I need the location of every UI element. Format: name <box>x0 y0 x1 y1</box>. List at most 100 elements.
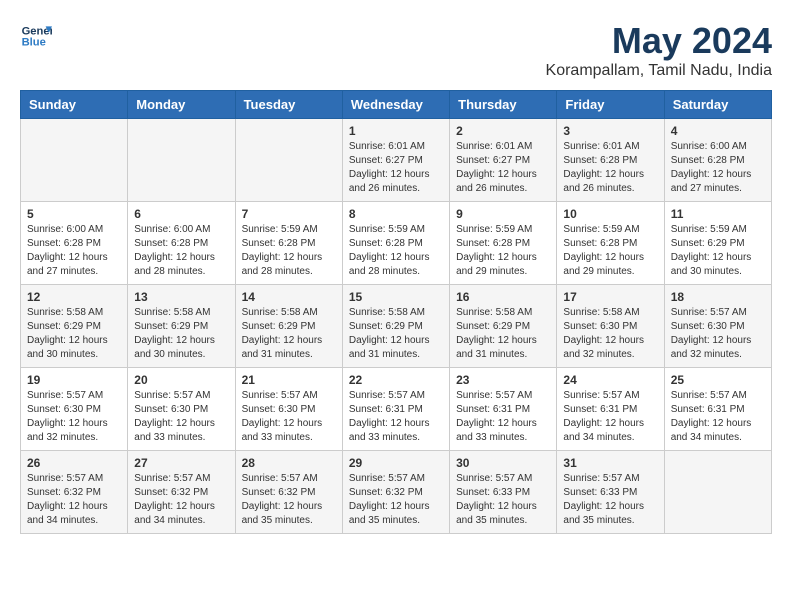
calendar-day-cell: 8 Sunrise: 5:59 AMSunset: 6:28 PMDaylight… <box>342 202 449 285</box>
day-number: 22 <box>349 373 443 387</box>
calendar-day-cell: 21Sunrise: 5:57 AMSunset: 6:30 PMDayligh… <box>235 368 342 451</box>
calendar-day-cell: 27Sunrise: 5:57 AMSunset: 6:32 PMDayligh… <box>128 451 235 534</box>
day-info: Sunrise: 5:57 AMSunset: 6:32 PMDaylight:… <box>349 472 443 528</box>
calendar-day-cell: 14 Sunrise: 5:58 AMSunset: 6:29 PMDayligh… <box>235 285 342 368</box>
day-info: Sunrise: 5:57 AMSunset: 6:31 PMDaylight:… <box>349 389 443 445</box>
day-info: Sunrise: 6:01 AMSunset: 6:27 PMDaylight:… <box>456 140 550 196</box>
day-number: 25 <box>671 373 765 387</box>
day-info: Sunrise: 6:00 AMSunset: 6:28 PMDaylight:… <box>671 140 765 196</box>
svg-text:Blue: Blue <box>22 37 46 49</box>
day-number: 10 <box>563 207 657 221</box>
calendar-day-cell: 2 Sunrise: 6:01 AMSunset: 6:27 PMDaylight… <box>450 119 557 202</box>
calendar-day-cell: 28Sunrise: 5:57 AMSunset: 6:32 PMDayligh… <box>235 451 342 534</box>
day-info: Sunrise: 6:01 AMSunset: 6:28 PMDaylight:… <box>563 140 657 196</box>
calendar-day-cell: 10 Sunrise: 5:59 AMSunset: 6:28 PMDayligh… <box>557 202 664 285</box>
calendar-table: SundayMondayTuesdayWednesdayThursdayFrid… <box>20 90 772 534</box>
weekday-header-cell: Thursday <box>450 91 557 119</box>
calendar-day-cell: 19Sunrise: 5:57 AMSunset: 6:30 PMDayligh… <box>21 368 128 451</box>
day-number: 6 <box>134 207 228 221</box>
day-number: 21 <box>242 373 336 387</box>
calendar-day-cell: 1 Sunrise: 6:01 AMSunset: 6:27 PMDaylight… <box>342 119 449 202</box>
calendar-day-cell <box>235 119 342 202</box>
day-number: 2 <box>456 124 550 138</box>
day-info: Sunrise: 5:57 AMSunset: 6:31 PMDaylight:… <box>456 389 550 445</box>
logo: General Blue <box>20 20 52 52</box>
day-number: 16 <box>456 290 550 304</box>
day-info: Sunrise: 5:57 AMSunset: 6:33 PMDaylight:… <box>563 472 657 528</box>
day-number: 27 <box>134 456 228 470</box>
logo-icon: General Blue <box>20 20 52 52</box>
calendar-day-cell: 30 Sunrise: 5:57 AMSunset: 6:33 PMDayligh… <box>450 451 557 534</box>
calendar-day-cell: 23 Sunrise: 5:57 AMSunset: 6:31 PMDayligh… <box>450 368 557 451</box>
calendar-day-cell: 3 Sunrise: 6:01 AMSunset: 6:28 PMDaylight… <box>557 119 664 202</box>
calendar-day-cell: 29 Sunrise: 5:57 AMSunset: 6:32 PMDayligh… <box>342 451 449 534</box>
calendar-day-cell <box>128 119 235 202</box>
day-number: 24 <box>563 373 657 387</box>
calendar-day-cell: 15 Sunrise: 5:58 AMSunset: 6:29 PMDayligh… <box>342 285 449 368</box>
day-number: 18 <box>671 290 765 304</box>
day-info: Sunrise: 5:57 AMSunset: 6:30 PMDaylight:… <box>134 389 228 445</box>
calendar-day-cell: 31 Sunrise: 5:57 AMSunset: 6:33 PMDayligh… <box>557 451 664 534</box>
weekday-header-cell: Saturday <box>664 91 771 119</box>
calendar-day-cell: 9 Sunrise: 5:59 AMSunset: 6:28 PMDaylight… <box>450 202 557 285</box>
weekday-header-cell: Friday <box>557 91 664 119</box>
weekday-header-cell: Tuesday <box>235 91 342 119</box>
calendar-week-row: 12 Sunrise: 5:58 AMSunset: 6:29 PMDayligh… <box>21 285 772 368</box>
day-number: 8 <box>349 207 443 221</box>
day-info: Sunrise: 5:59 AMSunset: 6:28 PMDaylight:… <box>349 223 443 279</box>
calendar-day-cell <box>664 451 771 534</box>
day-info: Sunrise: 6:01 AMSunset: 6:27 PMDaylight:… <box>349 140 443 196</box>
day-info: Sunrise: 5:58 AMSunset: 6:30 PMDaylight:… <box>563 306 657 362</box>
day-number: 12 <box>27 290 121 304</box>
calendar-day-cell: 24 Sunrise: 5:57 AMSunset: 6:31 PMDayligh… <box>557 368 664 451</box>
calendar-week-row: 5 Sunrise: 6:00 AMSunset: 6:28 PMDaylight… <box>21 202 772 285</box>
day-number: 15 <box>349 290 443 304</box>
page-header: General Blue May 2024 Korampallam, Tamil… <box>20 20 772 80</box>
day-number: 9 <box>456 207 550 221</box>
calendar-day-cell: 25 Sunrise: 5:57 AMSunset: 6:31 PMDayligh… <box>664 368 771 451</box>
day-info: Sunrise: 5:59 AMSunset: 6:28 PMDaylight:… <box>563 223 657 279</box>
calendar-week-row: 26Sunrise: 5:57 AMSunset: 6:32 PMDayligh… <box>21 451 772 534</box>
day-info: Sunrise: 5:57 AMSunset: 6:33 PMDaylight:… <box>456 472 550 528</box>
day-number: 29 <box>349 456 443 470</box>
weekday-header-cell: Monday <box>128 91 235 119</box>
calendar-day-cell: 12 Sunrise: 5:58 AMSunset: 6:29 PMDayligh… <box>21 285 128 368</box>
calendar-week-row: 1 Sunrise: 6:01 AMSunset: 6:27 PMDaylight… <box>21 119 772 202</box>
calendar-day-cell: 26Sunrise: 5:57 AMSunset: 6:32 PMDayligh… <box>21 451 128 534</box>
day-info: Sunrise: 6:00 AMSunset: 6:28 PMDaylight:… <box>134 223 228 279</box>
day-number: 31 <box>563 456 657 470</box>
calendar-day-cell: 22 Sunrise: 5:57 AMSunset: 6:31 PMDayligh… <box>342 368 449 451</box>
calendar-day-cell: 11 Sunrise: 5:59 AMSunset: 6:29 PMDayligh… <box>664 202 771 285</box>
day-info: Sunrise: 5:58 AMSunset: 6:29 PMDaylight:… <box>27 306 121 362</box>
day-number: 23 <box>456 373 550 387</box>
day-info: Sunrise: 5:59 AMSunset: 6:29 PMDaylight:… <box>671 223 765 279</box>
calendar-day-cell: 18Sunrise: 5:57 AMSunset: 6:30 PMDayligh… <box>664 285 771 368</box>
day-number: 30 <box>456 456 550 470</box>
day-info: Sunrise: 5:57 AMSunset: 6:31 PMDaylight:… <box>563 389 657 445</box>
day-info: Sunrise: 5:57 AMSunset: 6:32 PMDaylight:… <box>27 472 121 528</box>
calendar-day-cell: 16 Sunrise: 5:58 AMSunset: 6:29 PMDayligh… <box>450 285 557 368</box>
month-year-title: May 2024 <box>546 20 772 62</box>
calendar-day-cell: 6 Sunrise: 6:00 AMSunset: 6:28 PMDaylight… <box>128 202 235 285</box>
day-info: Sunrise: 5:57 AMSunset: 6:32 PMDaylight:… <box>242 472 336 528</box>
title-block: May 2024 Korampallam, Tamil Nadu, India <box>546 20 772 80</box>
calendar-day-cell <box>21 119 128 202</box>
day-number: 4 <box>671 124 765 138</box>
day-info: Sunrise: 6:00 AMSunset: 6:28 PMDaylight:… <box>27 223 121 279</box>
day-number: 1 <box>349 124 443 138</box>
day-info: Sunrise: 5:58 AMSunset: 6:29 PMDaylight:… <box>456 306 550 362</box>
calendar-body: 1 Sunrise: 6:01 AMSunset: 6:27 PMDaylight… <box>21 119 772 534</box>
day-info: Sunrise: 5:58 AMSunset: 6:29 PMDaylight:… <box>349 306 443 362</box>
day-number: 3 <box>563 124 657 138</box>
day-number: 20 <box>134 373 228 387</box>
day-number: 13 <box>134 290 228 304</box>
day-info: Sunrise: 5:59 AMSunset: 6:28 PMDaylight:… <box>456 223 550 279</box>
day-info: Sunrise: 5:57 AMSunset: 6:31 PMDaylight:… <box>671 389 765 445</box>
day-number: 14 <box>242 290 336 304</box>
day-number: 5 <box>27 207 121 221</box>
day-info: Sunrise: 5:58 AMSunset: 6:29 PMDaylight:… <box>242 306 336 362</box>
calendar-week-row: 19Sunrise: 5:57 AMSunset: 6:30 PMDayligh… <box>21 368 772 451</box>
weekday-header-cell: Sunday <box>21 91 128 119</box>
day-number: 11 <box>671 207 765 221</box>
day-info: Sunrise: 5:58 AMSunset: 6:29 PMDaylight:… <box>134 306 228 362</box>
